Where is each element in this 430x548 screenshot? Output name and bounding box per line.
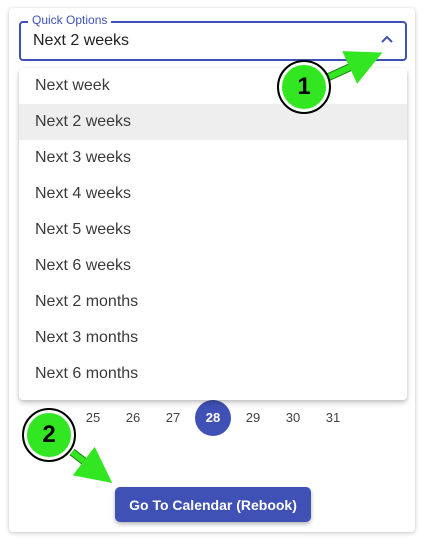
menu-item-next-5-weeks[interactable]: Next 5 weeks xyxy=(19,212,407,248)
menu-item-next-6-weeks[interactable]: Next 6 weeks xyxy=(19,248,407,284)
chevron-up-icon[interactable] xyxy=(380,34,394,44)
annotation-badge-1: 1 xyxy=(277,60,331,114)
calendar-day[interactable]: 25 xyxy=(75,400,111,436)
annotation-badge-2: 2 xyxy=(22,408,76,462)
calendar-day[interactable]: 30 xyxy=(275,400,311,436)
menu-item-next-2-months[interactable]: Next 2 months xyxy=(19,284,407,320)
calendar-day-selected[interactable]: 28 xyxy=(195,400,231,436)
menu-item-next-3-months[interactable]: Next 3 months xyxy=(19,320,407,356)
quick-options-menu: Next week Next 2 weeks Next 3 weeks Next… xyxy=(19,68,407,400)
calendar-day[interactable]: 27 xyxy=(155,400,191,436)
calendar-day[interactable]: 29 xyxy=(235,400,271,436)
quick-options-label: Quick Options xyxy=(28,13,112,27)
menu-item-next-6-months[interactable]: Next 6 months xyxy=(19,356,407,392)
quick-options-value[interactable]: Next 2 weeks xyxy=(33,31,129,51)
calendar-day[interactable]: 31 xyxy=(315,400,351,436)
menu-item-next-4-weeks[interactable]: Next 4 weeks xyxy=(19,176,407,212)
menu-item-next-3-weeks[interactable]: Next 3 weeks xyxy=(19,140,407,176)
menu-item-next-week[interactable]: Next week xyxy=(19,68,407,104)
calendar-day[interactable]: 26 xyxy=(115,400,151,436)
go-to-calendar-rebook-button[interactable]: Go To Calendar (Rebook) xyxy=(115,487,311,522)
menu-item-next-2-weeks[interactable]: Next 2 weeks xyxy=(19,104,407,140)
